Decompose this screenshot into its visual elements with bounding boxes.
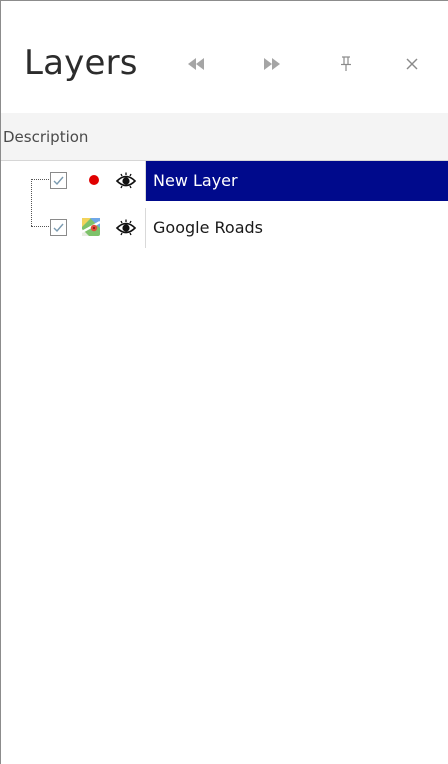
layer-visibility-checkbox[interactable] <box>50 172 67 189</box>
back-double-arrow-icon[interactable] <box>181 51 211 77</box>
layer-label-cell[interactable]: Google Roads <box>145 208 448 248</box>
red-dot-icon <box>89 175 99 185</box>
eye-icon[interactable] <box>115 217 137 239</box>
layer-row-new-layer[interactable]: New Layer <box>1 161 448 201</box>
forward-double-arrow-icon[interactable] <box>257 51 287 77</box>
layer-visibility-checkbox[interactable] <box>50 219 67 236</box>
eye-icon[interactable] <box>115 170 137 192</box>
close-icon[interactable] <box>397 51 427 77</box>
panel-titlebar: Layers <box>1 1 448 114</box>
pin-icon[interactable] <box>331 51 361 77</box>
layer-name: Google Roads <box>153 218 263 237</box>
layer-label-cell[interactable]: New Layer <box>145 161 448 201</box>
panel-title: Layers <box>24 43 138 83</box>
column-header-description[interactable]: Description <box>1 113 448 161</box>
google-maps-icon <box>81 218 101 236</box>
layer-row-google-roads[interactable]: Google Roads <box>1 208 448 248</box>
layers-panel: Layers Description New Layer Google Road… <box>0 0 448 764</box>
column-header-label: Description <box>3 128 89 146</box>
layer-name: New Layer <box>153 171 238 190</box>
